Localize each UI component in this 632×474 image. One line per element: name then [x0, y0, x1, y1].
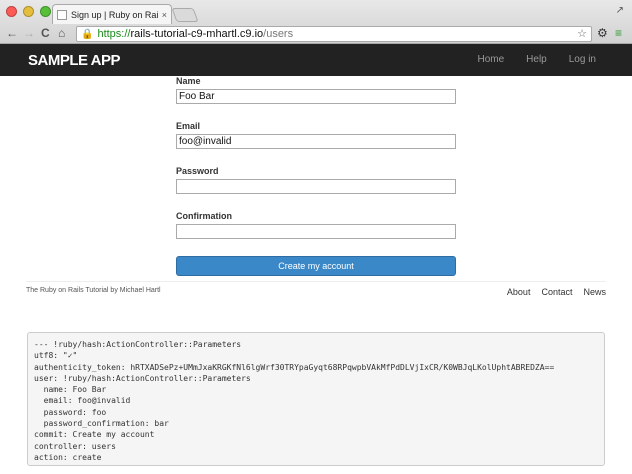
- url-host: rails-tutorial-c9-mhartl.c9.io: [130, 28, 264, 40]
- name-field[interactable]: Foo Bar: [176, 89, 456, 104]
- debug-line: name: Foo Bar: [34, 385, 107, 395]
- nav-links: Home Help Log in: [477, 54, 596, 65]
- debug-line: controller: users: [34, 441, 116, 451]
- tab-close-icon[interactable]: ×: [162, 10, 167, 20]
- back-icon[interactable]: ←: [6, 25, 18, 42]
- debug-line: utf8: "✓": [34, 351, 78, 361]
- signup-form: Name Foo Bar Email foo@invalid Password …: [176, 76, 456, 276]
- footer-link-contact[interactable]: Contact: [541, 287, 572, 297]
- confirmation-field[interactable]: [176, 224, 456, 239]
- debug-line: authenticity_token: hRTXADSePz+UMmJxaKRG…: [34, 362, 555, 372]
- zoom-window-button[interactable]: [40, 6, 51, 17]
- forward-icon[interactable]: →: [23, 25, 35, 42]
- footer-link-news[interactable]: News: [583, 287, 606, 297]
- brand-logo[interactable]: SAMPLE APP: [28, 52, 120, 69]
- page-icon: [57, 9, 67, 20]
- debug-line: password: foo: [34, 407, 107, 417]
- app-navbar: SAMPLE APP Home Help Log in: [0, 44, 632, 76]
- email-label: Email: [176, 121, 201, 131]
- footer-divider: [26, 281, 606, 282]
- footer-credit: The Ruby on Rails Tutorial by Michael Ha…: [26, 287, 161, 294]
- debug-line: commit: Create my account: [34, 430, 155, 440]
- debug-line: email: foo@invalid: [34, 396, 131, 406]
- browser-chrome: Sign up | Ruby on Rails Tut × ↗ ← → C ⌂ …: [0, 0, 632, 44]
- email-field[interactable]: foo@invalid: [176, 134, 456, 149]
- nav-link-login[interactable]: Log in: [569, 54, 596, 65]
- debug-line: user: !ruby/hash:ActionController::Param…: [34, 373, 251, 383]
- footer-link-about[interactable]: About: [507, 287, 531, 297]
- confirmation-label: Confirmation: [176, 211, 232, 221]
- home-icon[interactable]: ⌂: [58, 25, 65, 42]
- browser-toolbar: ← → C ⌂ 🔒 https://rails-tutorial-c9-mhar…: [0, 25, 632, 44]
- window-controls: [6, 6, 51, 17]
- url-scheme: https://: [97, 28, 131, 40]
- nav-link-help[interactable]: Help: [526, 54, 547, 65]
- browser-tab[interactable]: Sign up | Ruby on Rails Tut ×: [52, 4, 172, 24]
- password-label: Password: [176, 166, 219, 176]
- password-field[interactable]: [176, 179, 456, 194]
- minimize-window-button[interactable]: [23, 6, 34, 17]
- gear-icon[interactable]: ⚙: [597, 25, 608, 42]
- name-label: Name: [176, 76, 201, 86]
- url-path: /users: [263, 28, 294, 40]
- debug-line: password_confirmation: bar: [34, 419, 169, 429]
- debug-line: --- !ruby/hash:ActionController::Paramet…: [34, 340, 242, 349]
- address-bar[interactable]: 🔒 https://rails-tutorial-c9-mhartl.c9.io…: [76, 26, 592, 42]
- footer-links: About Contact News: [507, 287, 606, 297]
- nav-link-home[interactable]: Home: [477, 54, 504, 65]
- fullscreen-icon[interactable]: ↗: [616, 5, 624, 16]
- menu-icon[interactable]: ≡: [615, 25, 622, 42]
- debug-params: --- !ruby/hash:ActionController::Paramet…: [27, 332, 605, 466]
- bookmark-star-icon[interactable]: ☆: [577, 27, 587, 40]
- create-account-button[interactable]: Create my account: [176, 256, 456, 276]
- close-window-button[interactable]: [6, 6, 17, 17]
- new-tab-button[interactable]: [171, 8, 199, 22]
- tab-title: Sign up | Ruby on Rails Tut: [71, 9, 158, 20]
- reload-icon[interactable]: C: [41, 25, 50, 42]
- lock-icon: 🔒: [81, 28, 94, 40]
- debug-line: action: create: [34, 452, 102, 462]
